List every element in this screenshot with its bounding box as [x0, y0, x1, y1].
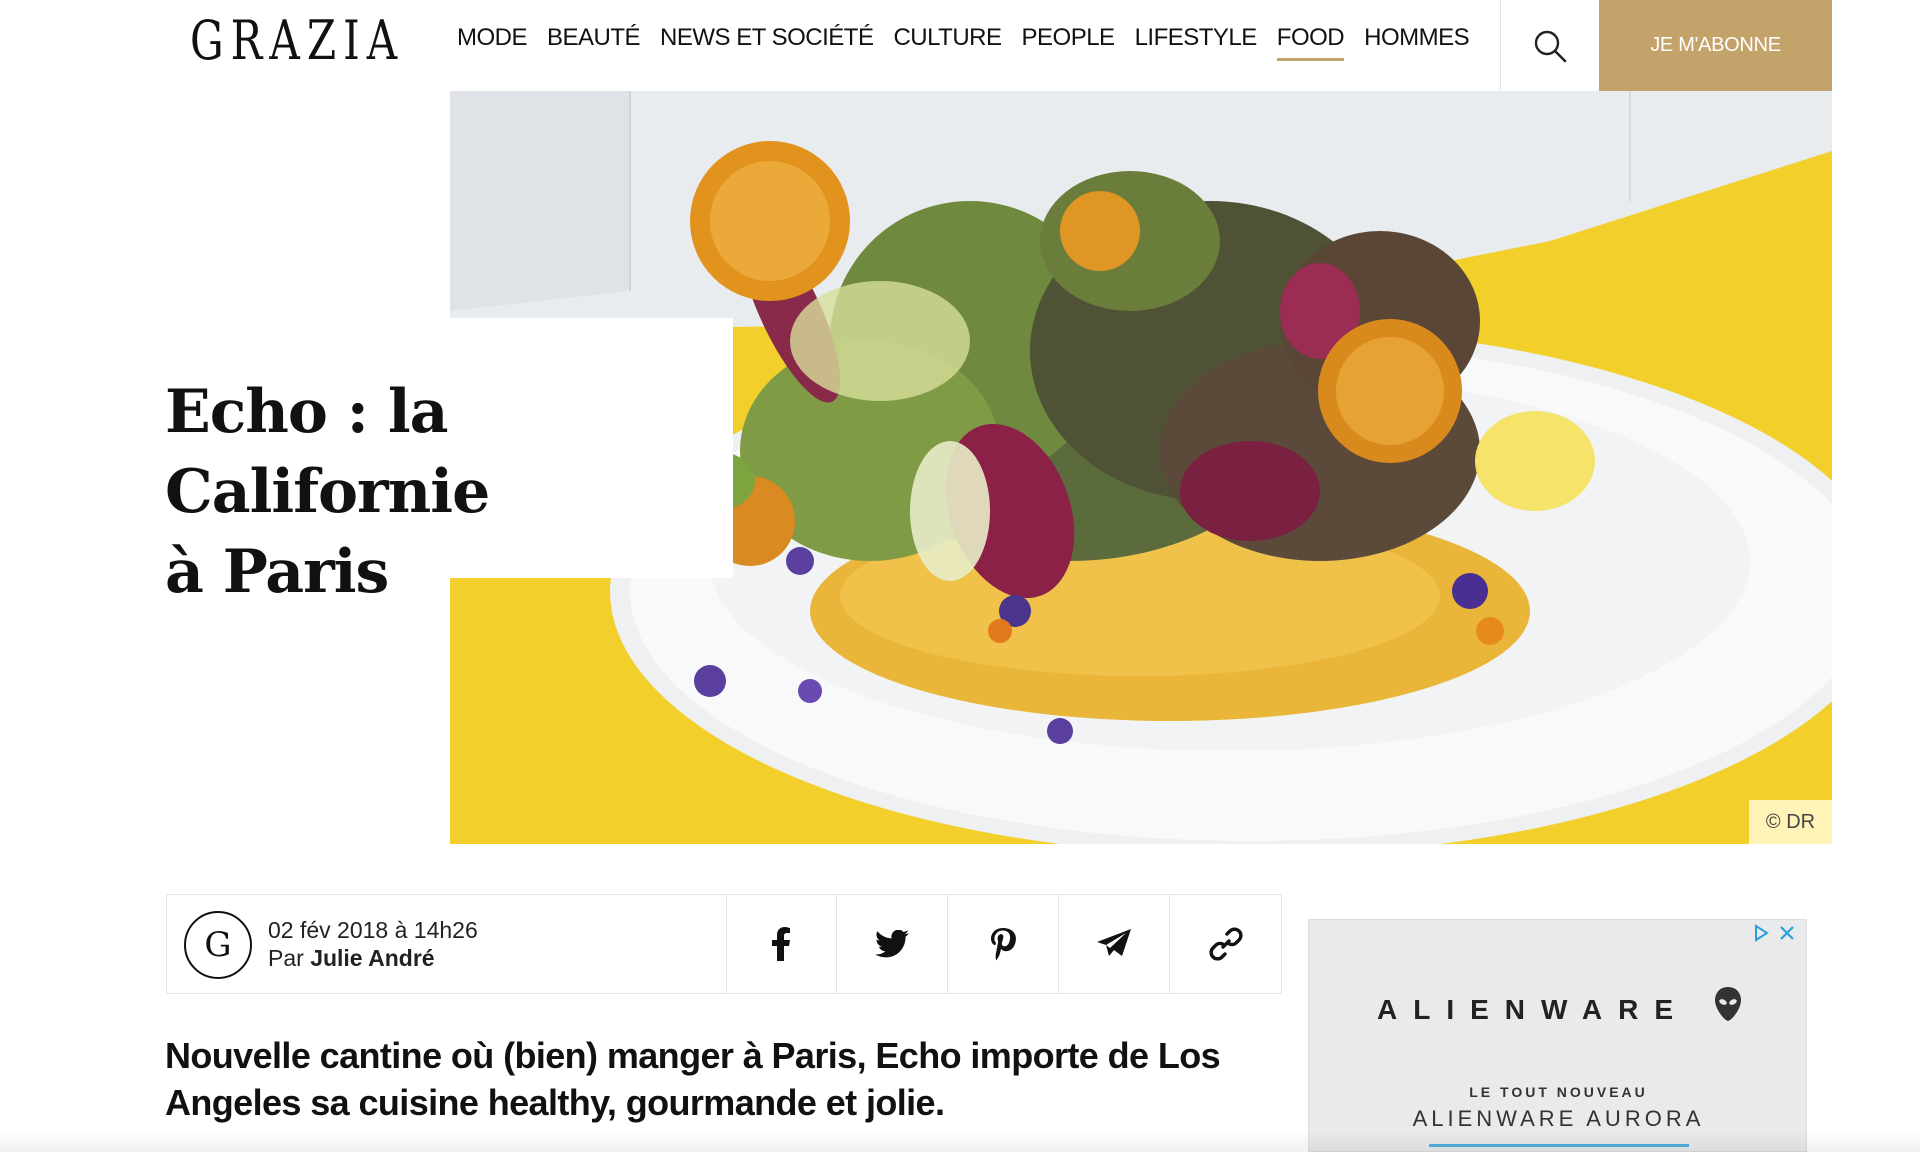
share-pinterest-button[interactable] — [948, 895, 1060, 993]
ad-brand: ALIENWARE — [1377, 994, 1689, 1025]
main-nav: MODE BEAUTÉ NEWS ET SOCIÉTÉ CULTURE PEOP… — [457, 24, 1489, 61]
site-header: GRAZIA MODE BEAUTÉ NEWS ET SOCIÉTÉ CULTU… — [0, 0, 1920, 91]
nav-item-culture[interactable]: CULTURE — [893, 24, 1002, 61]
photo-credit: © DR — [1749, 800, 1832, 844]
nav-item-people[interactable]: PEOPLE — [1022, 24, 1116, 61]
ad-accent-line — [1429, 1144, 1689, 1147]
nav-item-beaute[interactable]: BEAUTÉ — [547, 24, 641, 61]
link-icon — [1209, 927, 1243, 961]
advertisement[interactable]: ALIENWARE LE TOUT NOUVEAU ALIENWARE AURO… — [1308, 919, 1807, 1152]
nav-item-news-et-societe[interactable]: NEWS ET SOCIÉTÉ — [660, 24, 874, 61]
share-facebook-button[interactable] — [727, 895, 838, 993]
title-line-2: à Paris — [165, 537, 389, 607]
ad-controls — [1750, 922, 1798, 944]
share-twitter-button[interactable] — [837, 895, 949, 993]
author-avatar: G — [184, 911, 252, 979]
author-box: G 02 fév 2018 à 14h26 Par Julie André — [167, 895, 727, 993]
alien-head-icon — [1715, 987, 1741, 1021]
title-line-1: Echo : la Californie — [165, 377, 490, 527]
publish-date: 02 fév 2018 à 14h26 — [268, 917, 478, 943]
article-title: Echo : la Californie à Paris — [165, 372, 725, 612]
adchoices-icon[interactable] — [1750, 922, 1772, 944]
pinterest-icon — [991, 928, 1017, 961]
nav-item-hommes[interactable]: HOMMES — [1364, 24, 1470, 61]
article-meta-bar: G 02 fév 2018 à 14h26 Par Julie André — [166, 894, 1282, 994]
twitter-icon — [875, 930, 910, 958]
article-lead: Nouvelle cantine où (bien) manger à Pari… — [165, 1035, 1221, 1123]
search-icon — [1534, 30, 1567, 62]
nav-item-lifestyle[interactable]: LIFESTYLE — [1135, 24, 1258, 61]
grazia-logo[interactable]: GRAZIA — [190, 10, 404, 72]
copy-link-button[interactable] — [1170, 895, 1281, 993]
facebook-icon — [772, 927, 791, 961]
search-button[interactable] — [1500, 0, 1599, 91]
subscribe-button[interactable]: JE M'ABONNE — [1599, 0, 1832, 91]
byline: Par Julie André — [268, 945, 435, 972]
nav-item-mode[interactable]: MODE — [457, 24, 528, 61]
telegram-icon — [1097, 929, 1132, 956]
ad-tagline-big: ALIENWARE AURORA — [1412, 1106, 1705, 1131]
byline-prefix: Par — [268, 945, 304, 971]
share-telegram-button[interactable] — [1059, 895, 1171, 993]
ad-tagline-small: LE TOUT NOUVEAU — [1469, 1084, 1648, 1100]
author-name[interactable]: Julie André — [310, 945, 434, 971]
nav-item-food[interactable]: FOOD — [1276, 24, 1345, 61]
close-icon[interactable] — [1776, 922, 1798, 944]
